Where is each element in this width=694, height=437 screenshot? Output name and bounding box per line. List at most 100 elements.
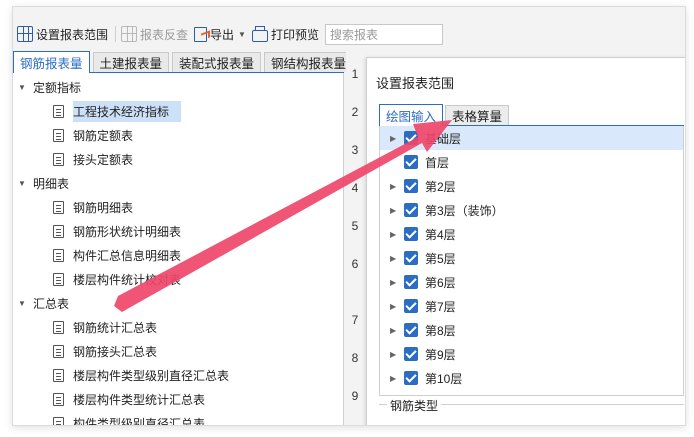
- floor-item[interactable]: ▶ 第7层: [380, 294, 683, 318]
- floor-label: 第4层: [425, 227, 456, 242]
- floor-item[interactable]: 首层: [380, 150, 683, 174]
- floor-item[interactable]: ▶ 第5层: [380, 246, 683, 270]
- tree-item-label: 钢筋明细表: [73, 200, 134, 215]
- tree-item-label: 楼层构件统计校对表: [73, 272, 182, 287]
- tab-rebar-report[interactable]: 钢筋报表量: [13, 51, 90, 73]
- report-tree: ▼ 定额指标 工程技术经济指标 钢筋定额表 接头定额表 ▼ 明细表 钢筋明细表 …: [13, 75, 344, 425]
- checkbox-checked-icon[interactable]: [404, 347, 418, 361]
- tree-item[interactable]: 楼层构件统计校对表: [13, 267, 344, 291]
- expand-caret-icon[interactable]: ▶: [390, 374, 396, 383]
- floor-list: ▶ 基础层 首层 ▶ 第2层 ▶ 第3层（装饰） ▶ 第4层 ▶ 第5层 ▶ 第…: [379, 126, 684, 396]
- checkbox-checked-icon[interactable]: [404, 203, 418, 217]
- checkbox-checked-icon[interactable]: [404, 131, 418, 145]
- floor-item[interactable]: ▶ 第8层: [380, 318, 683, 342]
- expand-caret-icon[interactable]: ▼: [18, 179, 28, 188]
- dialog-title: 设置报表范围: [376, 76, 455, 91]
- table-search-icon: [121, 26, 138, 42]
- checkbox-checked-icon[interactable]: [404, 179, 418, 193]
- document-icon: [53, 272, 64, 286]
- tree-group-summary[interactable]: ▼ 汇总表: [13, 291, 344, 315]
- floor-item[interactable]: ▶ 第4层: [380, 222, 683, 246]
- tree-item[interactable]: 钢筋形状统计明细表: [13, 219, 344, 243]
- tree-item[interactable]: 钢筋明细表: [13, 195, 344, 219]
- checkbox-checked-icon[interactable]: [404, 155, 418, 169]
- expand-caret-icon[interactable]: ▶: [390, 302, 396, 311]
- row-number: 7: [351, 313, 359, 327]
- row-number: 5: [351, 219, 359, 233]
- tab-drawing-input[interactable]: 绘图输入: [379, 104, 444, 126]
- row-number: 1: [351, 67, 359, 81]
- floor-label: 首层: [425, 155, 450, 170]
- expand-caret-icon[interactable]: ▶: [390, 206, 396, 215]
- floor-item[interactable]: ▶ 第3层（装饰）: [380, 198, 683, 222]
- row-number: 9: [351, 389, 359, 403]
- expand-caret-icon[interactable]: ▶: [390, 182, 396, 191]
- expand-caret-icon[interactable]: ▶: [390, 134, 396, 143]
- checkbox-checked-icon[interactable]: [404, 299, 418, 313]
- checkbox-checked-icon[interactable]: [404, 251, 418, 265]
- row-number: 6: [351, 257, 359, 271]
- tree-item[interactable]: 工程技术经济指标: [13, 99, 344, 123]
- expand-caret-icon[interactable]: ▶: [390, 254, 396, 263]
- checkbox-checked-icon[interactable]: [404, 275, 418, 289]
- rebar-type-group: 钢筋类型: [379, 397, 684, 425]
- tree-item-label: 工程技术经济指标: [73, 100, 182, 122]
- expand-caret-icon[interactable]: ▶: [390, 326, 396, 335]
- tree-item[interactable]: 构件类型级别直径汇总表: [13, 411, 344, 425]
- floor-item[interactable]: ▶ 第6层: [380, 270, 683, 294]
- expand-caret-icon[interactable]: ▶: [390, 350, 396, 359]
- floor-item[interactable]: ▶ 第9层: [380, 342, 683, 366]
- tree-item[interactable]: 楼层构件类型统计汇总表: [13, 387, 344, 411]
- expand-caret-icon[interactable]: ▶: [390, 230, 396, 239]
- tree-item[interactable]: 构件汇总信息明细表: [13, 243, 344, 267]
- checkbox-checked-icon[interactable]: [404, 371, 418, 385]
- document-icon: [53, 200, 64, 214]
- report-category-tabs: 钢筋报表量 土建报表量 装配式报表量 钢结构报表量: [13, 51, 354, 73]
- document-icon: [53, 320, 64, 334]
- report-reverse-check-button[interactable]: 报表反查: [119, 23, 192, 45]
- tree-item[interactable]: 钢筋接头汇总表: [13, 339, 344, 363]
- tree-item[interactable]: 楼层构件类型级别直径汇总表: [13, 363, 344, 387]
- print-preview-button[interactable]: 打印预览: [250, 23, 323, 45]
- sheet-row-header: 1 2 3 4 5 6 7 8 9: [346, 51, 366, 425]
- floor-label: 第3层（装饰）: [425, 203, 504, 218]
- tab-prefab-report[interactable]: 装配式报表量: [172, 52, 262, 72]
- floor-label: 第10层: [425, 371, 463, 386]
- printer-icon: [251, 26, 268, 42]
- tree-item-label: 钢筋形状统计明细表: [73, 224, 182, 239]
- search-report-input[interactable]: 搜索报表: [324, 23, 443, 45]
- print-preview-label: 打印预览: [270, 27, 319, 42]
- checkbox-checked-icon[interactable]: [404, 323, 418, 337]
- tab-civil-report[interactable]: 土建报表量: [92, 52, 170, 72]
- tree-item-label: 钢筋统计汇总表: [73, 320, 158, 335]
- chevron-down-icon[interactable]: ▼: [238, 30, 246, 39]
- tree-item[interactable]: 钢筋定额表: [13, 123, 344, 147]
- expand-caret-icon[interactable]: ▼: [18, 83, 28, 92]
- tree-item[interactable]: 接头定额表: [13, 147, 344, 171]
- checkbox-checked-icon[interactable]: [404, 227, 418, 241]
- tree-group-quota[interactable]: ▼ 定额指标: [13, 75, 344, 99]
- floor-item[interactable]: ▶ 第2层: [380, 174, 683, 198]
- tab-steel-report[interactable]: 钢结构报表量: [264, 52, 354, 72]
- floor-item[interactable]: ▶ 第10层: [380, 366, 683, 390]
- tree-item-label: 钢筋定额表: [73, 128, 134, 143]
- floor-label: 第9层: [425, 347, 456, 362]
- floor-label: 第8层: [425, 323, 456, 338]
- floor-label: 第5层: [425, 251, 456, 266]
- set-report-range-button[interactable]: 设置报表范围: [15, 23, 112, 45]
- expand-caret-icon[interactable]: ▼: [18, 299, 28, 308]
- tab-table-calculation[interactable]: 表格算量: [445, 105, 510, 125]
- tree-group-detail[interactable]: ▼ 明细表: [13, 171, 344, 195]
- expand-caret-icon[interactable]: ▶: [390, 278, 396, 287]
- document-icon: [53, 152, 64, 166]
- export-button[interactable]: 导出 ▼: [192, 23, 250, 45]
- report-reverse-check-label: 报表反查: [140, 27, 189, 42]
- floor-item[interactable]: ▶ 基础层: [380, 126, 683, 150]
- export-icon: [194, 26, 208, 42]
- export-label: 导出: [210, 27, 235, 42]
- tree-item[interactable]: 钢筋统计汇总表: [13, 315, 344, 339]
- document-icon: [53, 224, 64, 238]
- tree-item-label: 楼层构件类型统计汇总表: [73, 392, 206, 407]
- floor-label: 第2层: [425, 179, 456, 194]
- set-report-range-label: 设置报表范围: [36, 27, 109, 42]
